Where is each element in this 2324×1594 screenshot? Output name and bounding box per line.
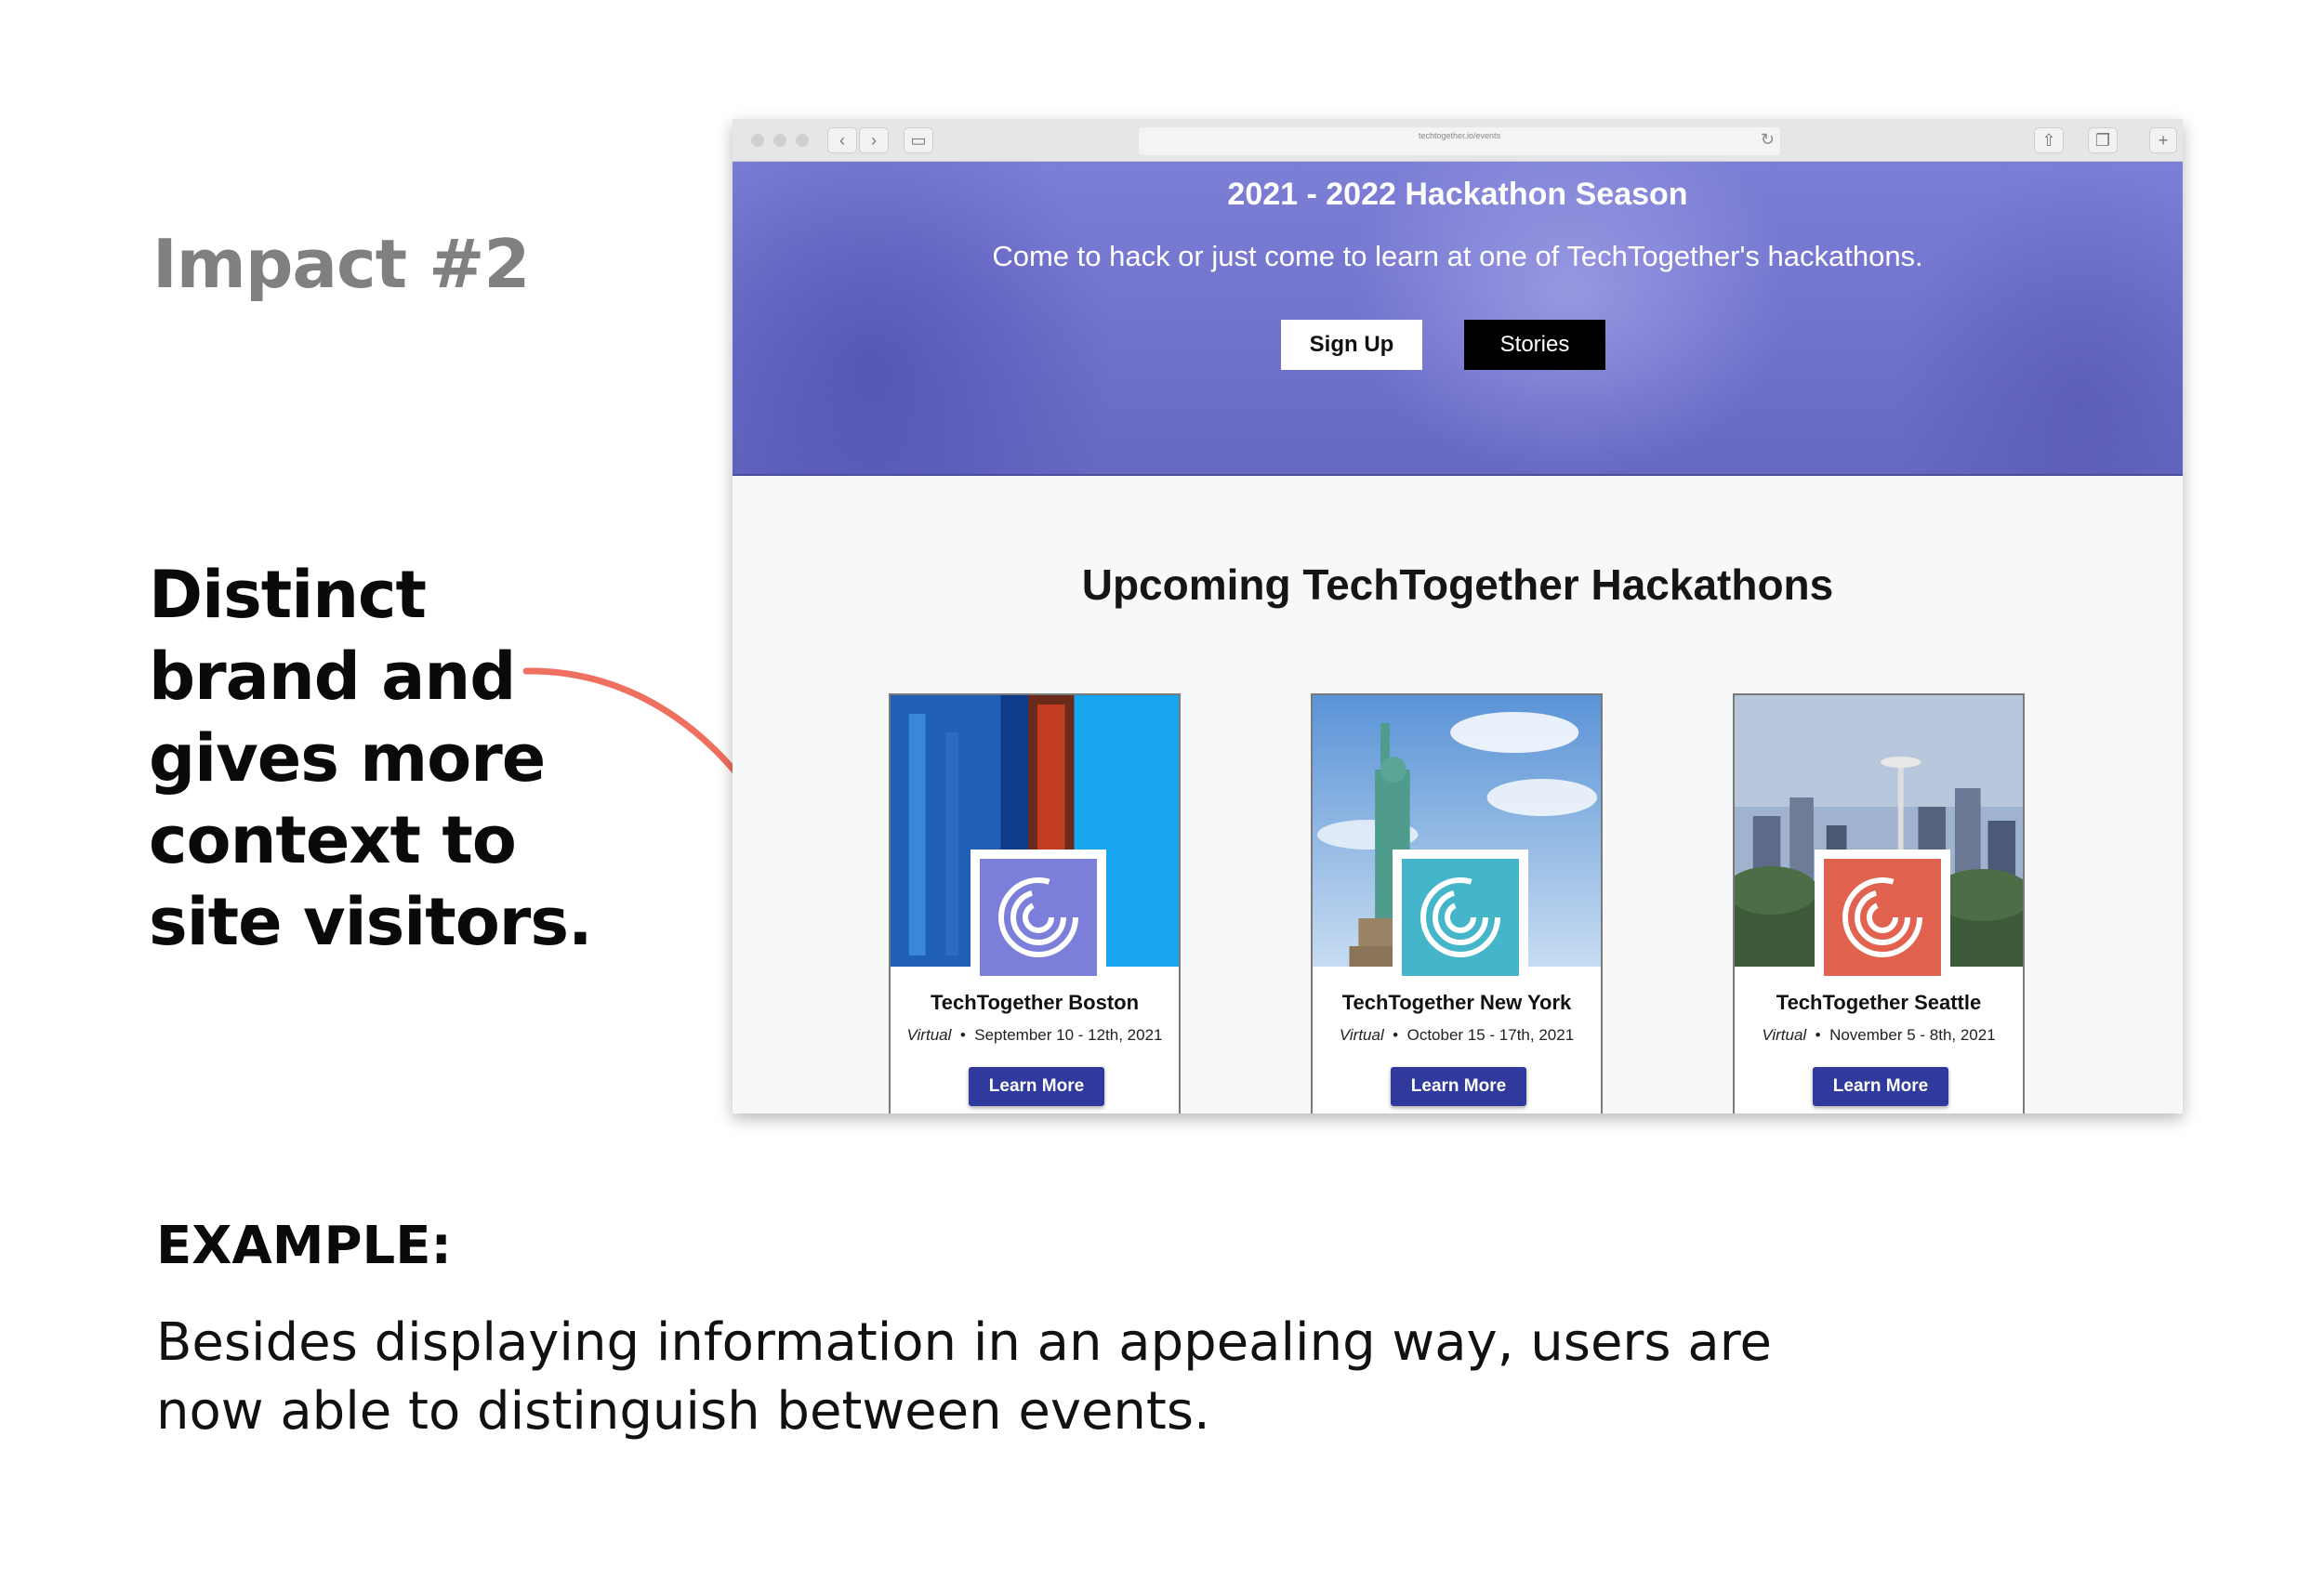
reload-icon[interactable]: ↻ (1761, 130, 1775, 150)
browser-toolbar: ‹ › ▭ techtogether.io/events ↻ ⇧ ❐ + (733, 119, 2183, 162)
event-card-seattle: TechTogether Seattle Virtual • November … (1733, 693, 2025, 1113)
learn-more-button[interactable]: Learn More (1813, 1067, 1948, 1106)
event-meta: Virtual • September 10 - 12th, 2021 (906, 1026, 1163, 1044)
back-icon[interactable]: ‹ (827, 127, 857, 153)
example-label: EXAMPLE: (156, 1216, 452, 1276)
share-icon[interactable]: ⇧ (2034, 127, 2064, 153)
boston-logo-frame (971, 850, 1106, 985)
new-tab-icon[interactable]: + (2149, 127, 2177, 153)
example-body: Besides displaying information in an app… (156, 1312, 1772, 1442)
event-card-new-york: TechTogether New York Virtual • October … (1311, 693, 1603, 1113)
new-york-logo-icon (1402, 859, 1519, 976)
boston-logo-icon (980, 859, 1097, 976)
seattle-logo-frame (1815, 850, 1950, 985)
stories-button[interactable]: Stories (1464, 320, 1605, 370)
impact-title: Impact #2 (152, 225, 531, 303)
hero-banner: 2021 - 2022 Hackathon Season Come to hac… (733, 162, 2183, 476)
learn-more-button[interactable]: Learn More (969, 1067, 1104, 1106)
hero-subtitle: Come to hack or just come to learn at on… (992, 240, 1923, 272)
window-maximize-dot[interactable] (796, 134, 809, 147)
hero-title: 2021 - 2022 Hackathon Season (1227, 177, 1688, 212)
event-dates: October 15 - 17th, 2021 (1406, 1026, 1575, 1044)
new-york-logo-frame (1393, 850, 1528, 985)
event-name: TechTogether Seattle (1776, 991, 1982, 1014)
browser-window: ‹ › ▭ techtogether.io/events ↻ ⇧ ❐ + 202… (733, 119, 2183, 1113)
sidebar-icon[interactable]: ▭ (904, 127, 933, 153)
tabs-icon[interactable]: ❐ (2088, 127, 2118, 153)
address-text: techtogether.io/events (1418, 131, 1501, 140)
event-meta: Virtual • November 5 - 8th, 2021 (1762, 1026, 1996, 1044)
event-mode: Virtual (906, 1026, 952, 1044)
learn-more-button[interactable]: Learn More (1391, 1067, 1526, 1106)
signup-button[interactable]: Sign Up (1281, 320, 1422, 370)
event-dates: September 10 - 12th, 2021 (974, 1026, 1163, 1044)
event-name: TechTogether New York (1341, 991, 1572, 1014)
window-minimize-dot[interactable] (773, 134, 786, 147)
event-name: TechTogether Boston (930, 991, 1140, 1014)
section-title: Upcoming TechTogether Hackathons (1081, 560, 1834, 609)
event-mode: Virtual (1762, 1026, 1807, 1044)
event-mode: Virtual (1339, 1026, 1384, 1044)
event-dates: November 5 - 8th, 2021 (1829, 1026, 1996, 1044)
window-close-dot[interactable] (751, 134, 764, 147)
event-meta: Virtual • October 15 - 17th, 2021 (1339, 1026, 1575, 1044)
event-card-boston: TechTogether Boston Virtual • September … (889, 693, 1181, 1113)
address-bar[interactable]: techtogether.io/events ↻ (1139, 127, 1780, 155)
seattle-logo-icon (1824, 859, 1941, 976)
forward-icon[interactable]: › (859, 127, 889, 153)
